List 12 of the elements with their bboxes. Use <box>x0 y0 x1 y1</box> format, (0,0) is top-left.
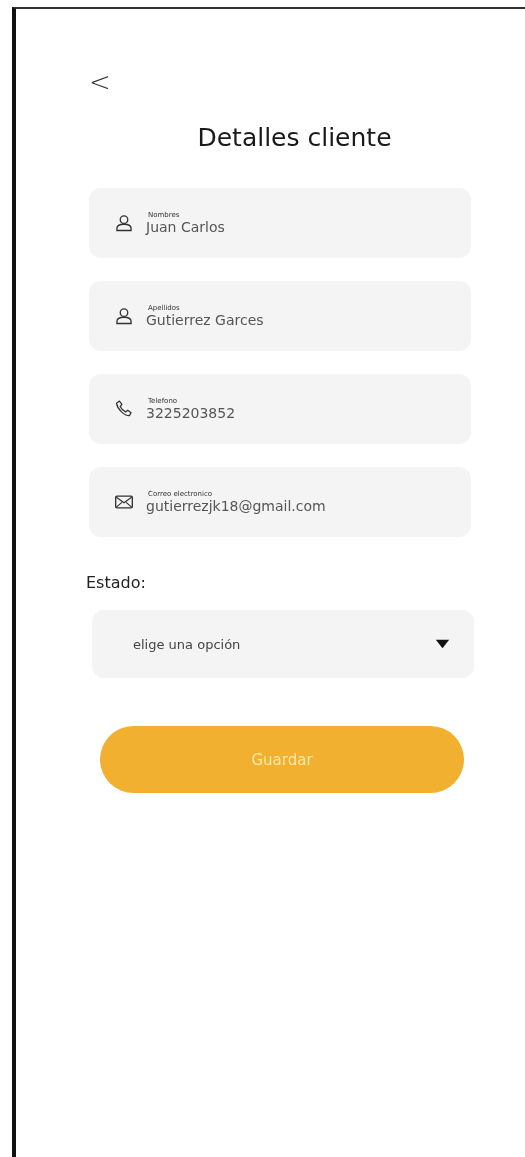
field-value: Juan Carlos <box>146 219 225 235</box>
person-icon <box>114 306 134 326</box>
person-icon <box>114 213 134 233</box>
status-dropdown[interactable]: elige una opción <box>92 610 474 678</box>
field-value: Gutierrez Garces <box>146 312 264 328</box>
phone-icon <box>114 399 134 419</box>
back-button[interactable]: < <box>89 67 111 97</box>
caret-icon <box>435 639 450 649</box>
field-value: 3225203852 <box>146 405 236 421</box>
status-label: Estado: <box>86 573 146 592</box>
field-value: gutierrezjk18@gmail.com <box>146 498 326 514</box>
page-title: Detalles cliente <box>197 123 392 152</box>
